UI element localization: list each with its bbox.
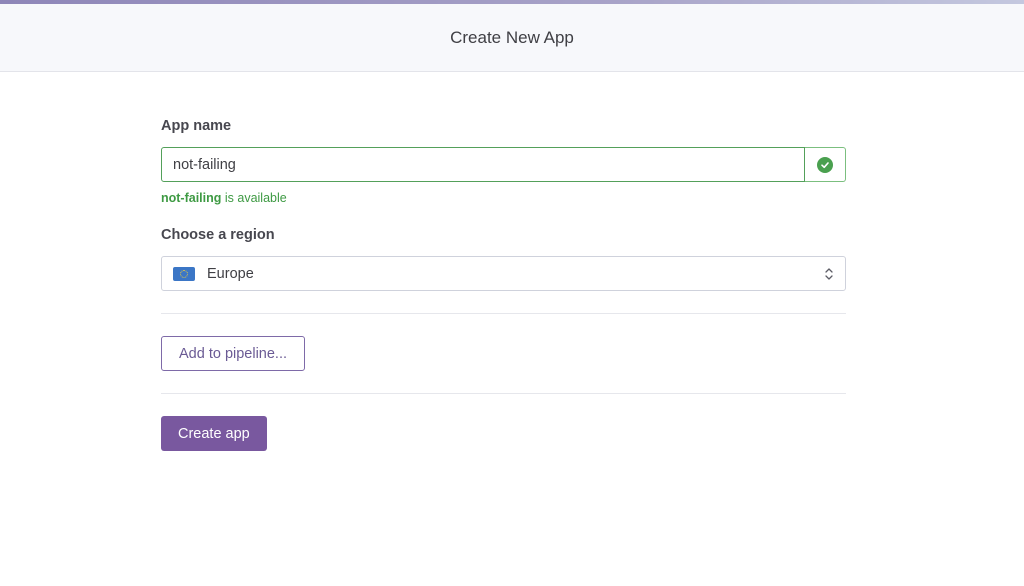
page-header: Create New App xyxy=(0,4,1024,72)
name-status-indicator xyxy=(805,147,846,182)
availability-text: is available xyxy=(221,191,287,205)
app-name-field-group xyxy=(161,147,846,182)
app-name-input[interactable] xyxy=(161,147,805,182)
select-updown-icon xyxy=(824,267,834,281)
eu-flag-icon xyxy=(173,266,195,281)
app-name-label: App name xyxy=(161,118,232,134)
availability-message: not-failing is available xyxy=(161,191,287,205)
check-icon xyxy=(817,156,833,173)
availability-app-name: not-failing xyxy=(161,191,222,205)
region-select[interactable]: Europe xyxy=(161,256,846,291)
add-to-pipeline-button[interactable]: Add to pipeline... xyxy=(161,336,306,371)
divider xyxy=(161,313,846,314)
region-selected-value: Europe xyxy=(207,265,254,282)
divider xyxy=(161,393,846,394)
create-app-button[interactable]: Create app xyxy=(161,416,267,451)
page-title: Create New App xyxy=(450,27,574,47)
region-label: Choose a region xyxy=(161,227,275,243)
